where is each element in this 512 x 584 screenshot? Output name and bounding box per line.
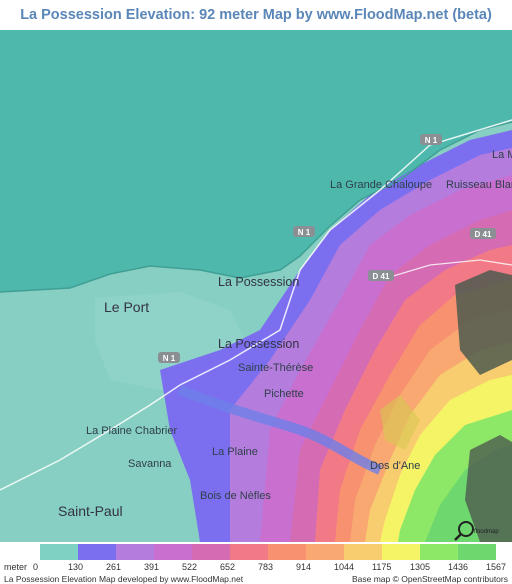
road-shield: N 1: [293, 226, 315, 237]
map-canvas[interactable]: N 1 N 1 D 41 D 41 N 1 La Mo La Grande Ch…: [0, 30, 512, 542]
place-label: La Plaine: [212, 446, 258, 458]
footer-basemap-credit: Base map © OpenStreetMap contributors: [351, 574, 508, 584]
footer-credit: La Possession Elevation Map developed by…: [4, 574, 244, 584]
legend-swatch: [458, 544, 496, 560]
elevation-map[interactable]: N 1 N 1 D 41 D 41 N 1 La Mo La Grande Ch…: [0, 30, 512, 542]
legend-tick-label: 1436: [448, 562, 469, 572]
svg-text:N 1: N 1: [298, 228, 311, 237]
svg-text:floodmap: floodmap: [474, 529, 499, 535]
place-label: La Mo: [492, 149, 512, 161]
svg-text:N 1: N 1: [163, 354, 176, 363]
map-header: La Possession Elevation: 92 meter Map by…: [0, 0, 512, 30]
legend-swatch: [268, 544, 306, 560]
legend-tick-label: 783: [258, 562, 274, 572]
legend-swatch: [344, 544, 382, 560]
map-title: La Possession Elevation: 92 meter Map by…: [20, 7, 492, 23]
legend-swatch: [306, 544, 344, 560]
legend-tick-label: 1044: [334, 562, 355, 572]
place-label: Savanna: [128, 458, 172, 470]
legend-swatch: [420, 544, 458, 560]
place-label: Bois de Nèfles: [200, 490, 271, 502]
legend-swatch: [116, 544, 154, 560]
legend-tick-label: 1305: [410, 562, 431, 572]
legend-swatch: [40, 544, 78, 560]
place-label: Saint-Paul: [58, 503, 123, 519]
svg-text:N 1: N 1: [425, 136, 438, 145]
legend-tick-label: 261: [106, 562, 122, 572]
road-shield: N 1: [158, 352, 180, 363]
legend-tick-label: 522: [182, 562, 198, 572]
place-label: La Possession: [218, 337, 299, 351]
place-label: La Possession: [218, 275, 299, 289]
road-shield: D 41: [368, 270, 394, 281]
place-label: La Grande Chaloupe: [330, 179, 432, 191]
place-label: Le Port: [104, 299, 149, 315]
legend-tick-label: 0: [33, 562, 39, 572]
legend-tick-label: 130: [68, 562, 84, 572]
legend-tick-label: 1175: [372, 562, 392, 572]
svg-text:D 41: D 41: [373, 272, 390, 281]
place-label: Dos d'Ane: [370, 460, 420, 472]
elevation-legend: 0 130 261 391 522 652 783 914 1044 1175 1305 1436 15…: [0, 542, 512, 584]
legend-swatch: [382, 544, 420, 560]
svg-text:D 41: D 41: [475, 230, 492, 239]
legend-tick-label: 914: [296, 562, 312, 572]
legend-tick-label: 1567: [486, 562, 507, 572]
place-label: Ruisseau Blanc: [446, 179, 512, 191]
legend-swatch: [192, 544, 230, 560]
legend-tick-label: 391: [144, 562, 160, 572]
legend-tick-label: 652: [220, 562, 236, 572]
road-shield: N 1: [420, 134, 442, 145]
place-label: La Plaine Chabrier: [86, 425, 177, 437]
legend-swatch: [230, 544, 268, 560]
place-label: Pichette: [264, 388, 304, 400]
road-shield: D 41: [470, 228, 496, 239]
legend-swatch: [154, 544, 192, 560]
place-label: Sainte-Thérèse: [238, 362, 313, 374]
legend-swatch: [78, 544, 116, 560]
legend-unit: meter: [4, 562, 28, 572]
